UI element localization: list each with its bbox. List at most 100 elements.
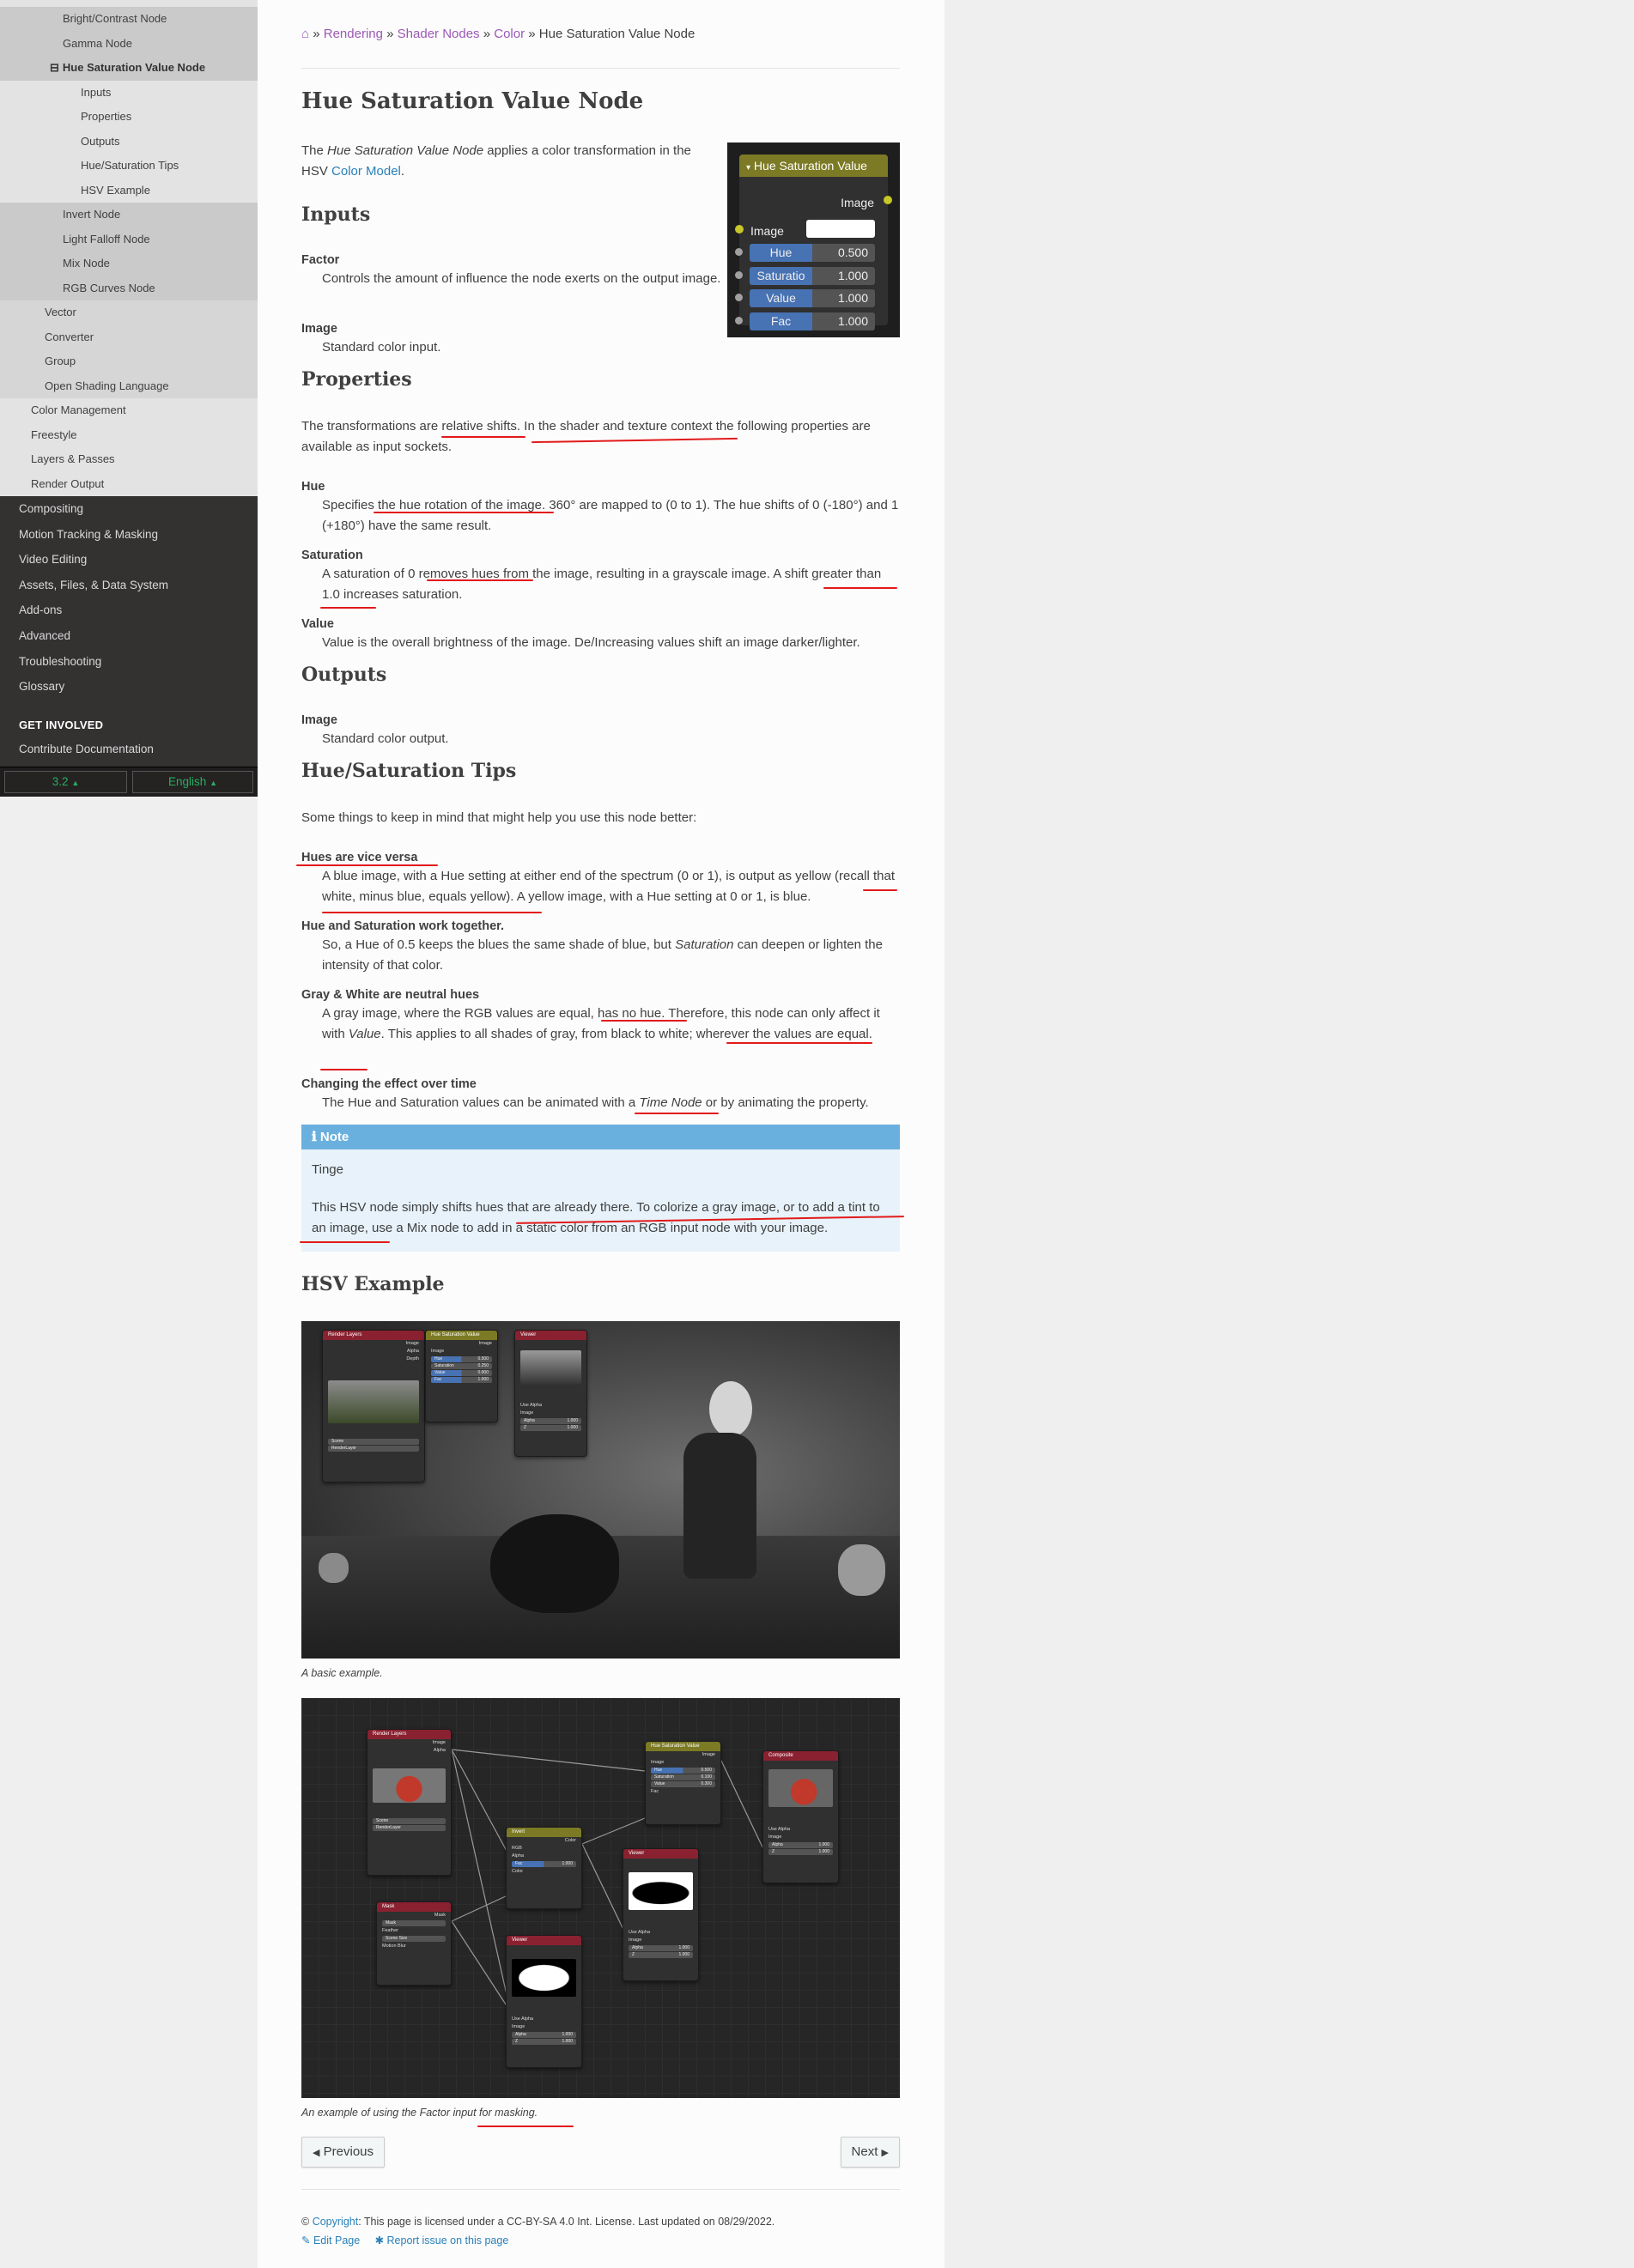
- output-socket-icon[interactable]: [884, 196, 892, 204]
- image-color-swatch[interactable]: [806, 220, 875, 238]
- sidebar-item[interactable]: Color Management: [0, 398, 258, 423]
- z-field[interactable]: Z 1.000: [629, 1952, 693, 1958]
- copyright-link[interactable]: Copyright: [313, 2216, 359, 2228]
- image-socket-icon[interactable]: [735, 225, 744, 233]
- sidebar-item[interactable]: Invert Node: [0, 203, 258, 227]
- rgb-checkbox[interactable]: RGB: [507, 1845, 581, 1853]
- sidebar-top-item[interactable]: Compositing: [0, 496, 258, 522]
- previous-button[interactable]: ◀ Previous: [301, 2137, 385, 2168]
- sidebar-top-item[interactable]: Advanced: [0, 623, 258, 649]
- scene-field[interactable]: Scene: [328, 1439, 419, 1445]
- sidebar-item[interactable]: Open Shading Language: [0, 373, 258, 398]
- sidebar-item[interactable]: Inputs: [0, 80, 258, 105]
- report-issue-link[interactable]: ✱ Report issue on this page: [375, 2235, 509, 2247]
- input-socket-icon[interactable]: [735, 248, 743, 256]
- use-alpha-checkbox[interactable]: Use Alpha: [515, 1402, 586, 1410]
- sidebar-item[interactable]: Hue/Saturation Tips: [0, 154, 258, 179]
- sidebar-top-item[interactable]: Add-ons: [0, 597, 258, 623]
- hsv-node-widget: ▾ Hue Saturation Value Image Image Hue 0.…: [735, 155, 892, 330]
- saturation-field[interactable]: Saturation 0.250: [431, 1363, 492, 1369]
- sidebar-item[interactable]: HSV Example: [0, 178, 258, 203]
- sidebar-top-item[interactable]: Troubleshooting: [0, 649, 258, 675]
- scene-size-field[interactable]: Scene Size: [382, 1936, 446, 1942]
- sidebar-item[interactable]: Freestyle: [0, 422, 258, 447]
- value-field[interactable]: Value 0.000: [431, 1370, 492, 1376]
- saturation-field[interactable]: Saturation 0.100: [651, 1774, 715, 1780]
- alpha-field[interactable]: Alpha 1.000: [629, 1945, 693, 1951]
- render-layer-field[interactable]: RenderLayer: [328, 1446, 419, 1452]
- sidebar-item-label: Render Output: [31, 476, 105, 490]
- input-socket-icon[interactable]: [735, 294, 743, 301]
- alpha-field[interactable]: Alpha 1.000: [512, 2032, 576, 2038]
- next-button[interactable]: Next ▶: [840, 2137, 900, 2168]
- alpha-checkbox[interactable]: Alpha: [507, 1853, 581, 1860]
- sidebar-item[interactable]: Vector: [0, 300, 258, 325]
- alpha-field[interactable]: Alpha 1.000: [520, 1418, 581, 1424]
- arrow-left-icon: ◀: [313, 2148, 320, 2158]
- use-alpha-checkbox[interactable]: Use Alpha: [623, 1929, 698, 1937]
- underline: [320, 1069, 367, 1070]
- node-field-row[interactable]: Fac 1.000: [750, 312, 875, 330]
- field-value: 0.300: [701, 1781, 712, 1786]
- node-hsv: Hue Saturation Value Image Image Hue 0.50…: [425, 1330, 498, 1422]
- sidebar-item[interactable]: Bright/Contrast Node: [0, 7, 258, 32]
- breadcrumb-sep: »: [386, 27, 394, 41]
- feather-checkbox[interactable]: Feather: [377, 1927, 451, 1935]
- breadcrumb-rendering[interactable]: Rendering: [324, 27, 383, 41]
- def-value: Value is the overall brightness of the i…: [322, 635, 860, 650]
- color-model-link[interactable]: Color Model: [331, 164, 401, 179]
- sidebar-item[interactable]: Gamma Node: [0, 31, 258, 56]
- sidebar-item[interactable]: Group: [0, 349, 258, 374]
- sidebar-top-item[interactable]: Assets, Files, & Data System: [0, 573, 258, 598]
- hue-field[interactable]: Hue 0.500: [651, 1768, 715, 1774]
- home-icon[interactable]: ⌂: [301, 27, 309, 41]
- sidebar-item[interactable]: ⊟ Hue Saturation Value Node: [0, 56, 258, 81]
- breadcrumb-shader-nodes[interactable]: Shader Nodes: [398, 27, 480, 41]
- value-field[interactable]: Value 0.300: [651, 1781, 715, 1787]
- sidebar-item[interactable]: Layers & Passes: [0, 447, 258, 472]
- sidebar-item[interactable]: Light Falloff Node: [0, 227, 258, 252]
- node-socket-label: Fac: [651, 1789, 659, 1794]
- alpha-field[interactable]: Alpha 1.000: [768, 1842, 833, 1848]
- z-field[interactable]: Z 1.000: [512, 2039, 576, 2045]
- breadcrumb-color[interactable]: Color: [494, 27, 525, 41]
- caret-up-icon: ▲: [210, 779, 217, 787]
- sidebar-item[interactable]: Render Output: [0, 471, 258, 496]
- scene-field[interactable]: Scene: [373, 1818, 446, 1824]
- heading-tips: Hue/Saturation Tips: [301, 760, 517, 782]
- sidebar-top-item[interactable]: Video Editing: [0, 547, 258, 573]
- input-socket-icon[interactable]: [735, 316, 743, 324]
- heading-properties: Properties: [301, 368, 412, 391]
- field-label: Alpha: [524, 1418, 535, 1423]
- motion-blur-checkbox[interactable]: Motion Blur: [377, 1943, 451, 1950]
- z-field[interactable]: Z 1.000: [768, 1849, 833, 1855]
- use-alpha-checkbox[interactable]: Use Alpha: [763, 1826, 838, 1834]
- node-field-row[interactable]: Saturatio 1.000: [750, 266, 875, 285]
- use-alpha-checkbox[interactable]: Use Alpha: [507, 2016, 581, 2023]
- sidebar-item[interactable]: RGB Curves Node: [0, 276, 258, 300]
- node-field-row[interactable]: Value 1.000: [750, 289, 875, 307]
- fac-field[interactable]: Fac 1.000: [431, 1377, 492, 1383]
- edit-page-link[interactable]: ✎ Edit Page: [301, 2235, 360, 2247]
- z-field[interactable]: Z 1.000: [520, 1425, 581, 1431]
- sidebar-item[interactable]: Properties: [0, 105, 258, 130]
- hue-field[interactable]: Hue 0.500: [431, 1356, 492, 1362]
- input-socket-icon[interactable]: [735, 270, 743, 279]
- sidebar-item-label: HSV Example: [81, 183, 150, 197]
- sidebar-item[interactable]: Mix Node: [0, 252, 258, 276]
- node-field-row[interactable]: Hue 0.500: [750, 244, 875, 262]
- sidebar-top-item[interactable]: Glossary: [0, 674, 258, 700]
- fac-field[interactable]: Fac 1.000: [512, 1861, 576, 1867]
- sidebar-item[interactable]: Converter: [0, 324, 258, 349]
- version-selector[interactable]: 3.2 ▲: [4, 771, 127, 793]
- sidebar-item[interactable]: Outputs: [0, 129, 258, 154]
- sidebar-top-item[interactable]: Motion Tracking & Masking: [0, 522, 258, 548]
- sidebar-item-contribute[interactable]: Contribute Documentation: [0, 737, 258, 762]
- field-value: 0.250: [477, 1363, 489, 1368]
- mask-field[interactable]: Mask: [382, 1920, 446, 1926]
- underline: [374, 512, 554, 513]
- render-layer-field[interactable]: RenderLayer: [373, 1825, 446, 1831]
- collapse-icon[interactable]: ⊟: [50, 61, 59, 74]
- term-hue: Hue: [301, 480, 325, 494]
- language-selector[interactable]: English ▲: [132, 771, 253, 793]
